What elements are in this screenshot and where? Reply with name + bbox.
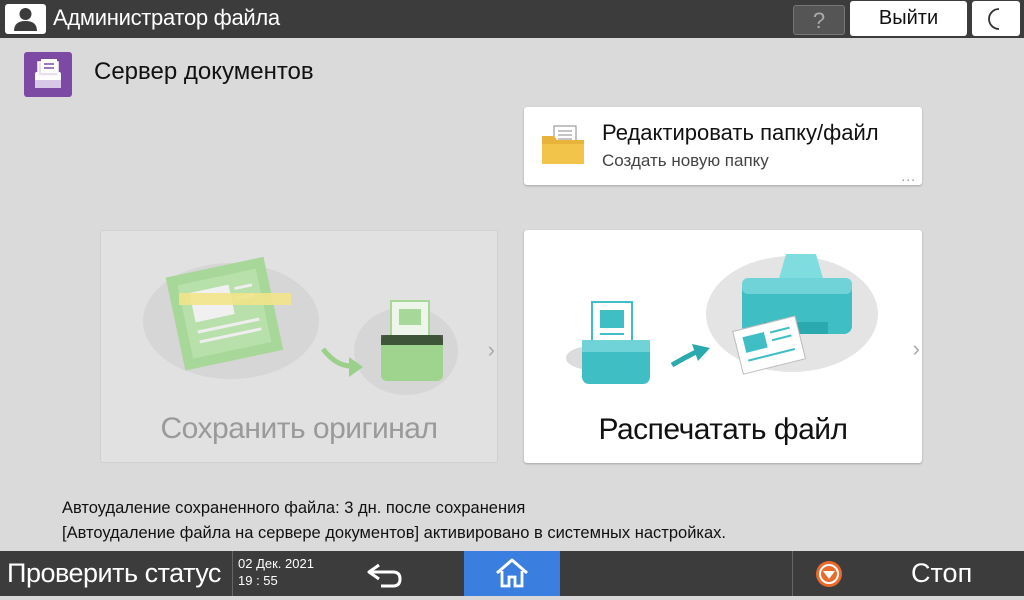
energy-saver-button[interactable] [972,1,1020,36]
print-file-label: Распечатать файл [598,413,848,446]
home-button[interactable] [464,551,560,596]
document-server-icon [24,52,72,97]
more-indicator: ... [901,168,916,184]
storage-to-printer-illustration [566,254,878,384]
check-status-button[interactable]: Проверить статус [0,551,228,596]
page-title: Сервер документов [94,58,314,85]
time-text: 19 : 55 [238,573,278,588]
stop-label: Стоп [911,558,973,588]
back-arrow-icon [367,563,402,588]
user-icon[interactable] [5,4,46,34]
bottom-bar: Проверить статус 02 Дек. 2021 19 : 55 Ст… [0,551,1024,596]
date-time: 02 Дек. 2021 19 : 55 [232,551,314,596]
chevron-right-icon: › [487,337,495,362]
top-bar: Администратор файла ? Выйти [0,0,1024,38]
folder-icon [542,125,584,164]
chevron-right-icon: › [912,336,920,361]
help-button[interactable]: ? [793,5,845,35]
save-original-button[interactable]: › Сохранить оригинал [100,230,498,463]
edit-card-title: Редактировать папку/файл [602,120,879,145]
stop-button[interactable]: Стоп [792,551,1024,596]
user-title: Администратор файла [53,5,280,30]
moon-icon [988,8,1000,30]
auto-delete-setting-message: [Автоудаление файла на сервере документо… [62,524,727,542]
back-button[interactable] [352,551,462,596]
scan-to-storage-illustration [143,256,458,395]
bottom-strip [0,596,1024,600]
edit-card-subtitle: Создать новую папку [602,151,769,170]
auto-delete-message: Автоудаление сохраненного файла: 3 дн. п… [62,499,526,517]
date-text: 02 Дек. 2021 [238,556,314,571]
stop-icon [816,561,842,587]
print-file-button[interactable]: › Распечатать файл [524,230,922,463]
edit-folder-file-button[interactable]: Редактировать папку/файл Создать новую п… [524,107,922,185]
home-icon [496,558,528,588]
save-original-label: Сохранить оригинал [160,412,439,445]
logout-button[interactable]: Выйти [850,1,967,36]
